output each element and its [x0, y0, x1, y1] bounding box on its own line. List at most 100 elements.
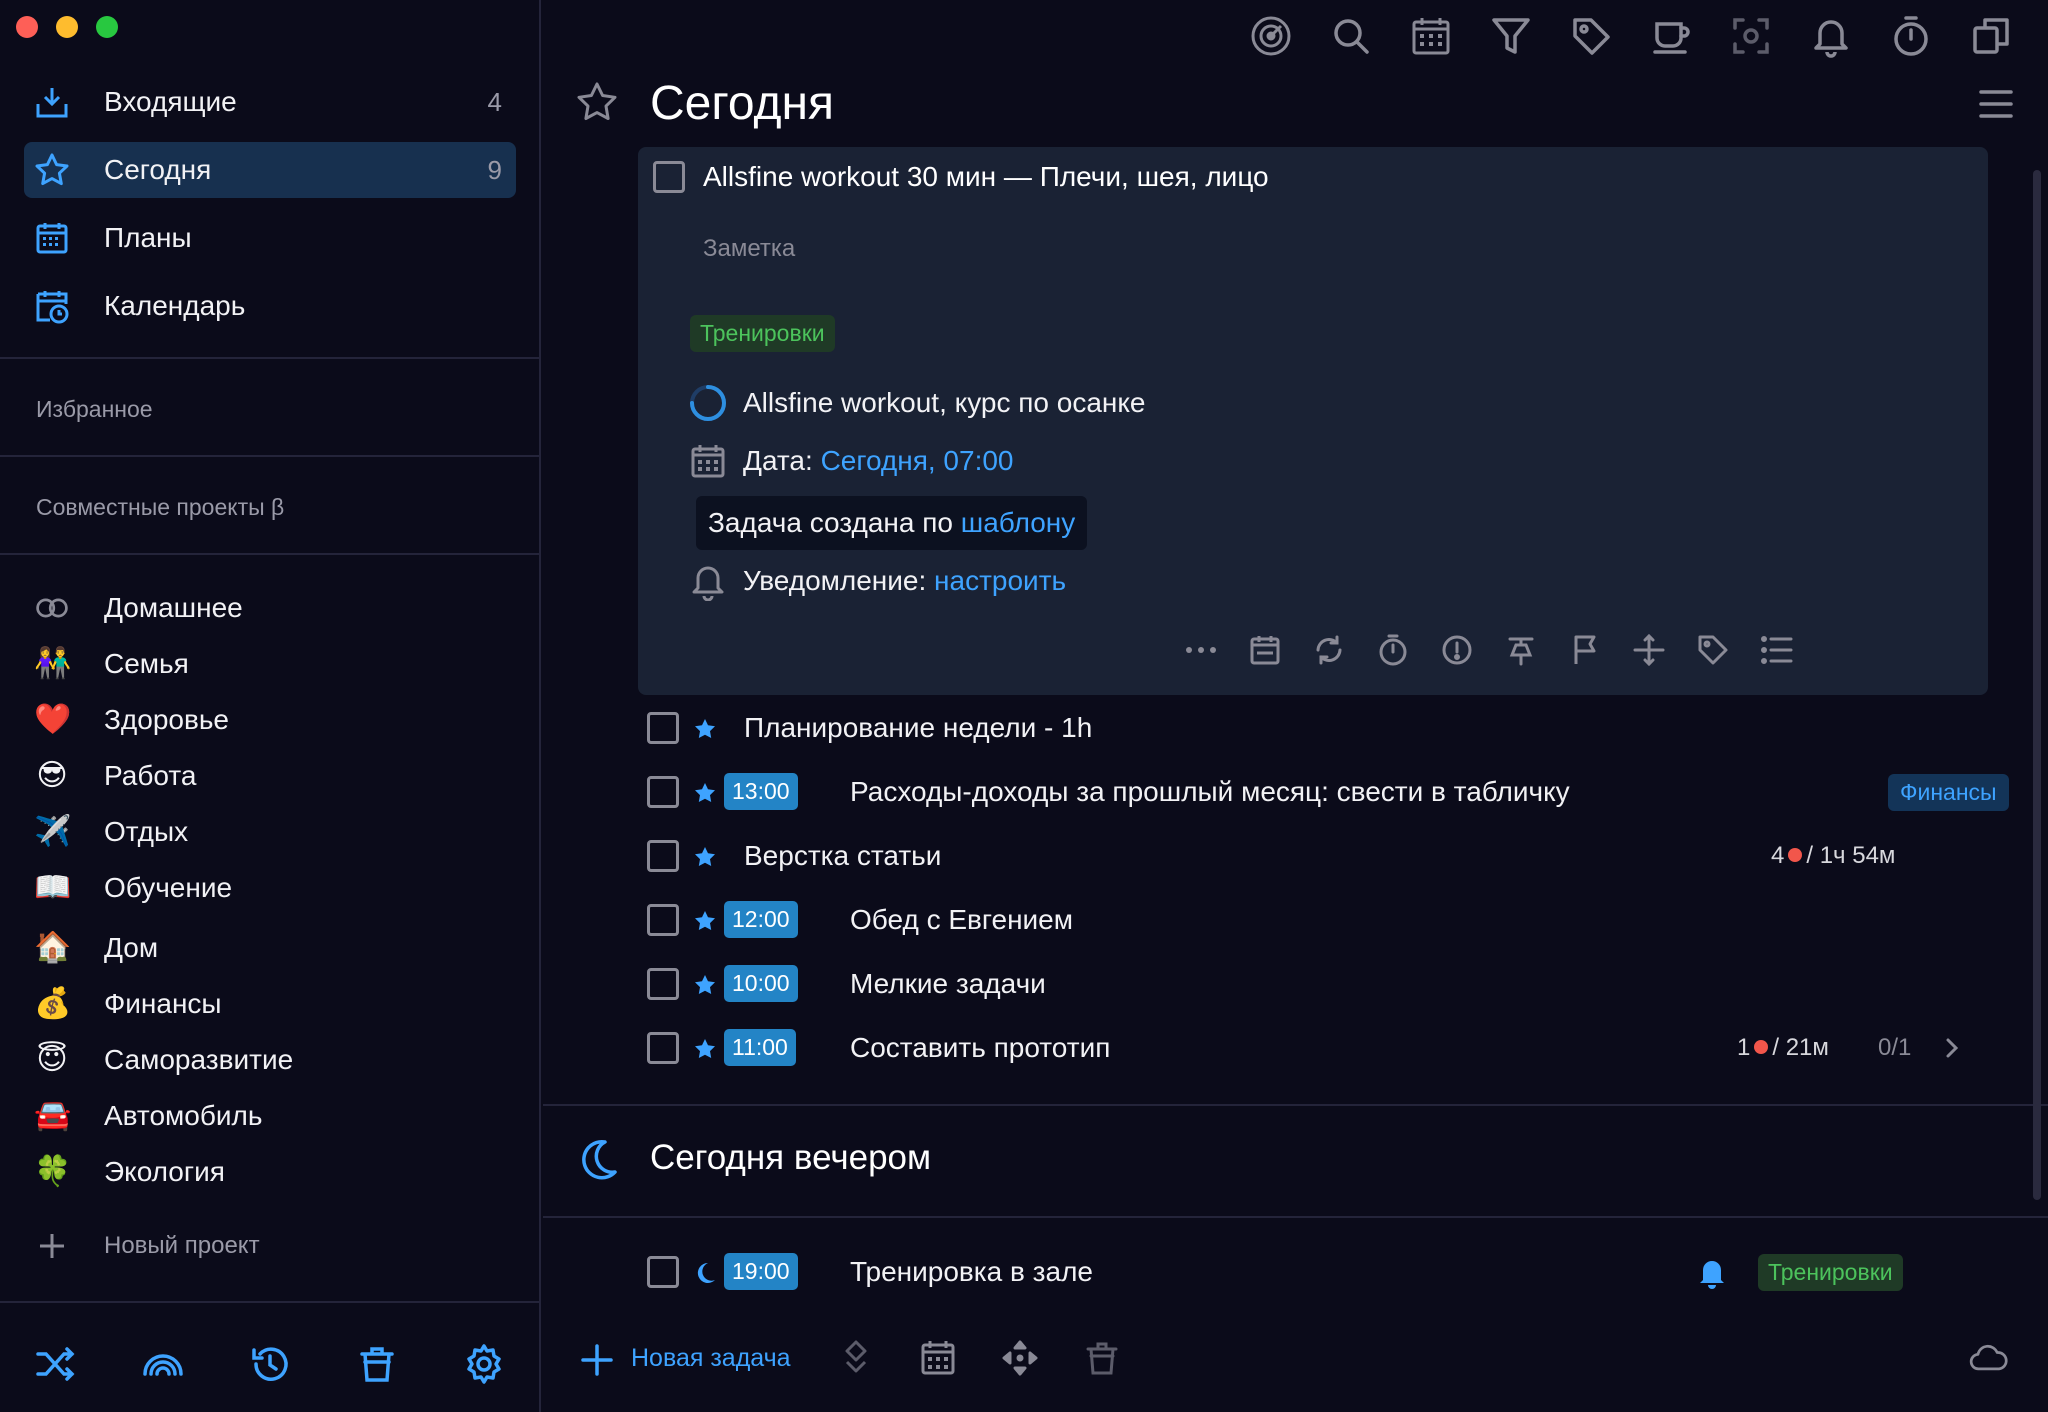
- angel-emoji-icon: 😇: [36, 1043, 68, 1076]
- nav-calendar[interactable]: Календарь: [24, 278, 516, 334]
- template-link[interactable]: шаблону: [961, 507, 1076, 539]
- nav-inbox[interactable]: Входящие 4: [24, 74, 516, 130]
- trash-icon[interactable]: [355, 1342, 399, 1386]
- checklist-icon[interactable]: [1760, 633, 1794, 667]
- project-item[interactable]: 📖 Обучение: [24, 862, 516, 914]
- menu-icon[interactable]: [1976, 84, 2016, 124]
- project-item[interactable]: 😇 Саморазвитие: [24, 1034, 516, 1086]
- moon-icon: [697, 1262, 715, 1283]
- history-icon[interactable]: [248, 1342, 292, 1386]
- new-task-button[interactable]: Новая задача: [631, 1344, 791, 1373]
- scan-icon[interactable]: [1729, 14, 1773, 58]
- time-spent: / 1ч 54м: [1806, 842, 1896, 869]
- note-field[interactable]: Заметка: [703, 235, 795, 263]
- task-title: Планирование недели - 1h: [744, 712, 1093, 743]
- filter-icon[interactable]: [1489, 14, 1533, 58]
- pomodoro-dot-icon: [1754, 1040, 1769, 1054]
- task-row[interactable]: 13:00 Расходы-доходы за прошлый месяц: с…: [638, 762, 2009, 822]
- expanded-task-card[interactable]: Allsfine workout 30 мин — Плечи, шея, ли…: [638, 147, 1988, 695]
- calendar-icon[interactable]: [1248, 633, 1282, 667]
- chevron-right-icon[interactable]: [1940, 1036, 1964, 1060]
- task-checkbox[interactable]: [653, 161, 685, 193]
- task-checkbox[interactable]: [647, 904, 679, 936]
- task-row[interactable]: 11:00 Составить прототип 1 / 21м 0/1: [638, 1018, 1998, 1078]
- plus-icon: [40, 1234, 64, 1258]
- search-icon[interactable]: [1329, 14, 1373, 58]
- move-icon[interactable]: [1632, 633, 1666, 667]
- tag-chip[interactable]: Тренировки: [1758, 1254, 1903, 1291]
- settings-icon[interactable]: [462, 1342, 506, 1386]
- focus-icon[interactable]: [1249, 14, 1293, 58]
- airplane-emoji-icon: ✈️: [34, 815, 72, 848]
- house-emoji-icon: 🏠: [34, 931, 72, 964]
- tag-icon[interactable]: [1569, 14, 1613, 58]
- tag-chip[interactable]: Финансы: [1888, 774, 2009, 811]
- divider: [0, 1301, 539, 1303]
- project-item[interactable]: 🚘 Автомобиль: [24, 1090, 516, 1142]
- task-row[interactable]: Планирование недели - 1h: [638, 698, 1998, 758]
- shared-projects-header[interactable]: Совместные проекты β: [36, 494, 284, 521]
- timer-icon[interactable]: [1889, 14, 1933, 58]
- nav-plans[interactable]: Планы: [24, 210, 516, 266]
- plus-icon[interactable]: [577, 1340, 617, 1380]
- date-value[interactable]: Сегодня, 07:00: [821, 445, 1014, 476]
- bell-icon[interactable]: [1695, 1256, 1729, 1290]
- project-label: Здоровье: [104, 704, 230, 735]
- project-item[interactable]: Домашнее: [24, 582, 516, 634]
- move-arrows-icon[interactable]: [1000, 1338, 1040, 1378]
- coffee-icon[interactable]: [1649, 14, 1693, 58]
- task-checkbox[interactable]: [647, 776, 679, 808]
- trash-icon[interactable]: [1082, 1338, 1122, 1378]
- project-item[interactable]: 💰 Финансы: [24, 978, 516, 1030]
- calendar-icon[interactable]: [1409, 14, 1453, 58]
- nav-today[interactable]: Сегодня 9: [24, 142, 516, 198]
- nav-label: Входящие: [104, 86, 237, 117]
- project-item[interactable]: 🍀 Экология: [24, 1146, 516, 1198]
- tag-icon[interactable]: [1696, 633, 1730, 667]
- tag-chip[interactable]: Тренировки: [690, 315, 835, 352]
- bell-icon[interactable]: [1809, 14, 1853, 58]
- flag-icon[interactable]: [1568, 633, 1602, 667]
- shuffle-icon[interactable]: [34, 1342, 78, 1386]
- task-checkbox[interactable]: [647, 968, 679, 1000]
- nav-count: 4: [487, 86, 502, 117]
- pomodoro-stats: 4 / 1ч 54м: [1771, 842, 1895, 870]
- time-badge: 12:00: [724, 901, 798, 938]
- task-title[interactable]: Allsfine workout 30 мин — Плечи, шея, ли…: [703, 161, 1269, 193]
- repeat-icon[interactable]: [1312, 633, 1346, 667]
- notification-link[interactable]: настроить: [934, 565, 1066, 596]
- task-row[interactable]: 19:00 Тренировка в зале Тренировки: [638, 1242, 1998, 1302]
- date-label: Дата:: [743, 445, 813, 476]
- nav-label: Сегодня: [104, 154, 212, 185]
- project-item[interactable]: ❤️ Здоровье: [24, 694, 516, 746]
- pin-icon[interactable]: [1504, 633, 1538, 667]
- priority-icon[interactable]: [1440, 633, 1474, 667]
- task-checkbox[interactable]: [647, 840, 679, 872]
- task-row[interactable]: 12:00 Обед с Евгением: [638, 890, 1998, 950]
- cloud-icon[interactable]: [1968, 1338, 2008, 1378]
- close-window-button[interactable]: [16, 16, 38, 38]
- project-item[interactable]: 😎 Работа: [24, 750, 516, 802]
- new-project-button[interactable]: Новый проект: [24, 1220, 516, 1272]
- project-item[interactable]: 👫 Семья: [24, 638, 516, 690]
- task-row[interactable]: 10:00 Мелкие задачи: [638, 954, 1998, 1014]
- minimize-window-button[interactable]: [56, 16, 78, 38]
- sort-icon[interactable]: [836, 1338, 876, 1378]
- task-checkbox[interactable]: [647, 1032, 679, 1064]
- rainbow-icon[interactable]: [141, 1342, 185, 1386]
- project-item[interactable]: 🏠 Дом: [24, 922, 516, 974]
- windows-icon[interactable]: [1969, 14, 2013, 58]
- calendar-icon: [691, 445, 725, 478]
- project-item[interactable]: ✈️ Отдых: [24, 806, 516, 858]
- task-row[interactable]: Верстка статьи 4 / 1ч 54м: [638, 826, 1998, 886]
- heart-emoji-icon: ❤️: [34, 703, 72, 736]
- zoom-window-button[interactable]: [96, 16, 118, 38]
- task-title: Тренировка в зале: [850, 1256, 1093, 1287]
- scrollbar[interactable]: [2033, 170, 2041, 1200]
- calendar-icon[interactable]: [918, 1338, 958, 1378]
- task-checkbox[interactable]: [647, 712, 679, 744]
- more-icon[interactable]: [1184, 633, 1218, 667]
- sidebar: Входящие 4 Сегодня 9 Планы Календарь Изб…: [0, 0, 541, 1412]
- task-checkbox[interactable]: [647, 1256, 679, 1288]
- timer-icon[interactable]: [1376, 633, 1410, 667]
